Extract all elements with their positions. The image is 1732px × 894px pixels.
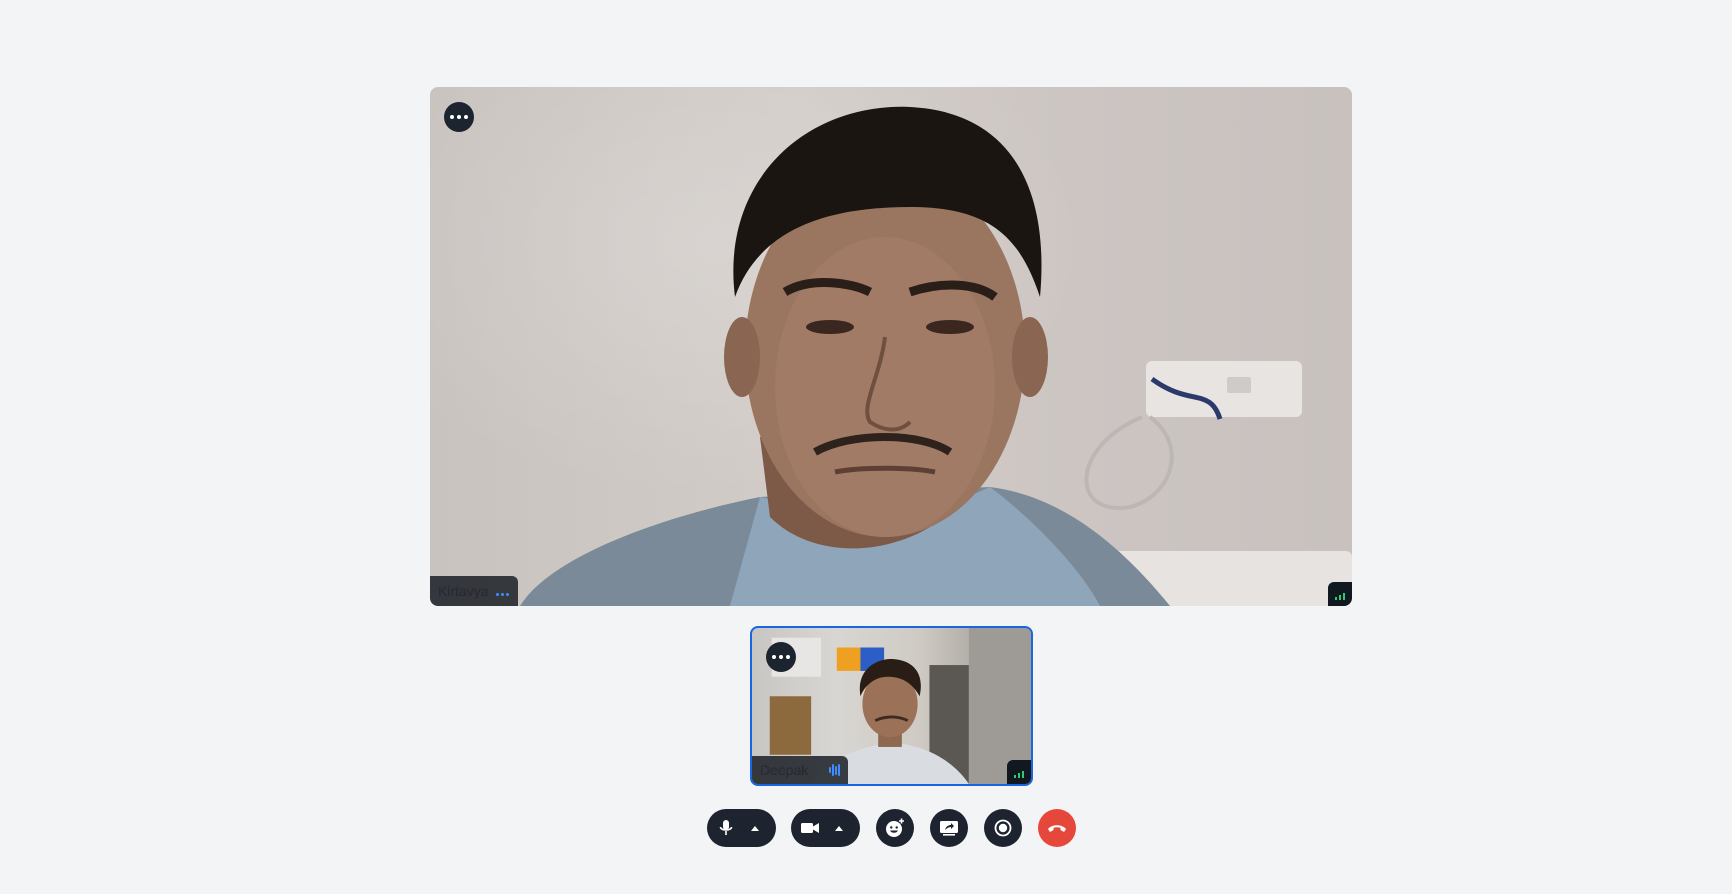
caret-up-icon — [751, 825, 759, 831]
leave-call-button[interactable] — [1038, 809, 1076, 847]
signal-strength-icon — [1007, 760, 1031, 784]
more-dot — [786, 655, 790, 659]
participant-video-feed — [520, 106, 1352, 606]
audio-dots-icon — [495, 583, 510, 599]
more-horizontal-icon — [772, 655, 776, 659]
record-button[interactable] — [984, 809, 1022, 847]
microphone-options-button[interactable] — [745, 825, 765, 831]
participant-options-button[interactable] — [444, 102, 474, 132]
call-controls-toolbar — [707, 809, 1076, 847]
camera-button[interactable] — [791, 822, 829, 834]
emoji-add-icon — [886, 818, 904, 837]
video-camera-icon — [801, 823, 819, 833]
participant-name-tag: Kirtavya — [430, 576, 518, 606]
microphone-control — [707, 809, 776, 847]
participant-name: Kirtavya — [438, 583, 489, 599]
microphone-button[interactable] — [707, 819, 745, 837]
more-dot — [457, 115, 461, 119]
self-view-tile: Deepak — [750, 626, 1033, 786]
reactions-button[interactable] — [876, 809, 914, 847]
self-options-button[interactable] — [766, 642, 796, 672]
record-icon — [994, 819, 1012, 837]
video-call-stage: Kirtavya Deepak — [0, 0, 1732, 894]
camera-control — [791, 809, 860, 847]
signal-strength-icon — [1328, 582, 1352, 606]
self-name: Deepak — [760, 762, 809, 778]
more-dot — [464, 115, 468, 119]
screen-share-icon — [940, 821, 958, 836]
microphone-icon — [719, 820, 733, 835]
caret-up-icon — [835, 825, 843, 831]
hang-up-icon — [1048, 825, 1066, 832]
more-dot — [779, 655, 783, 659]
speaking-wave-icon — [828, 764, 840, 776]
main-video-tile: Kirtavya — [430, 87, 1352, 606]
camera-options-button[interactable] — [829, 825, 849, 831]
more-horizontal-icon — [450, 115, 454, 119]
self-name-tag: Deepak — [752, 756, 848, 784]
screen-share-button[interactable] — [930, 809, 968, 847]
